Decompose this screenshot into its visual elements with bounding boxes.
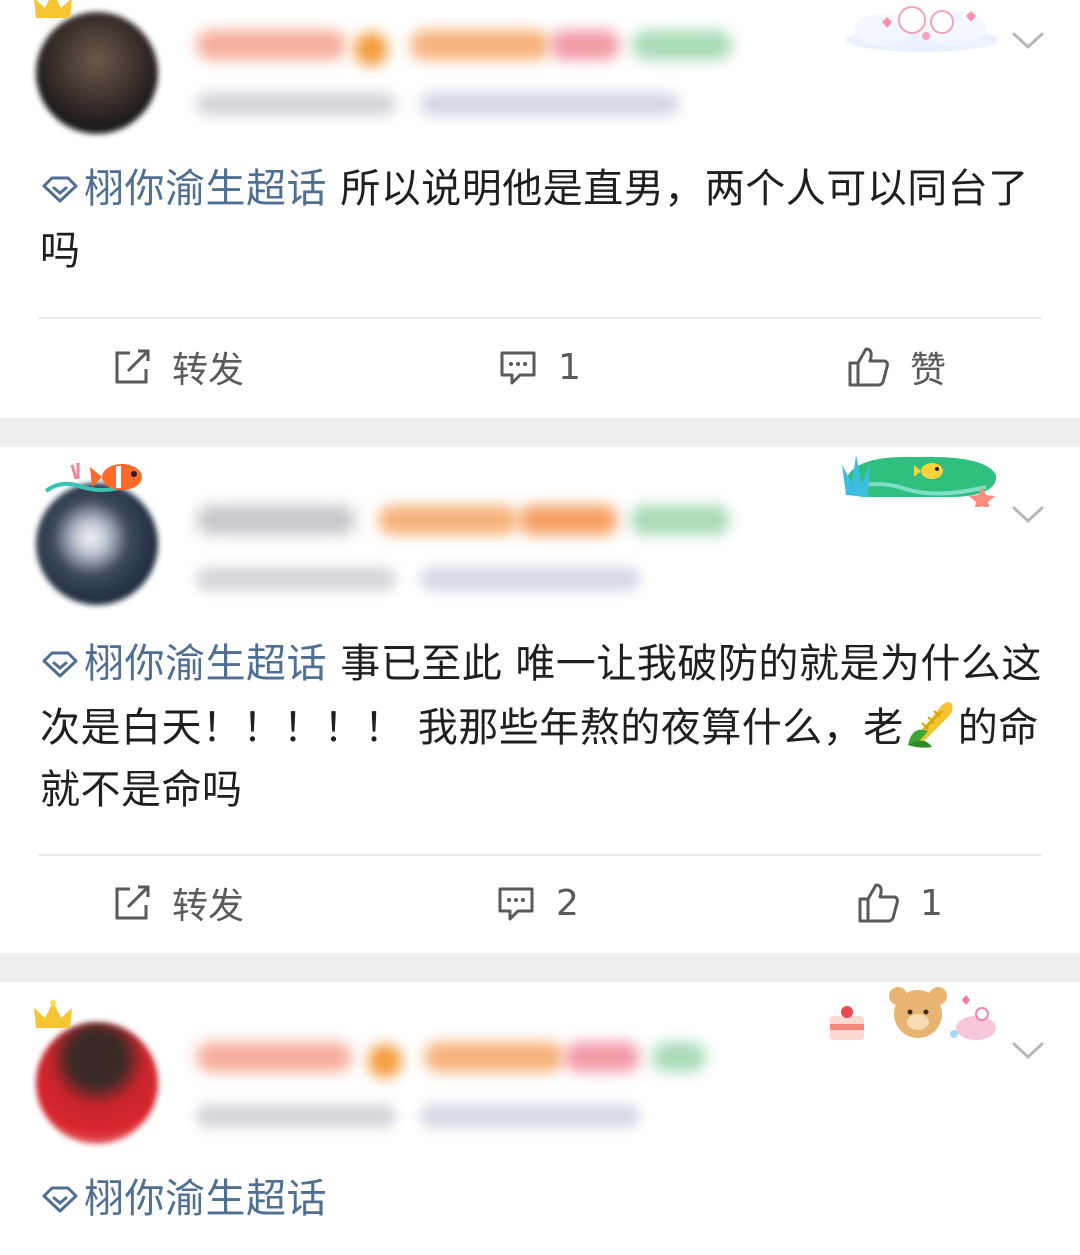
badge-blurred — [652, 1042, 706, 1072]
repost-button[interactable]: 转发 — [112, 878, 244, 928]
like-count: 1 — [920, 882, 943, 924]
fan-badge-blurred — [550, 30, 620, 60]
fan-badge-blurred — [424, 1042, 564, 1072]
crown-icon — [34, 0, 72, 18]
repost-icon — [115, 885, 150, 920]
divider — [38, 854, 1042, 856]
repost-label: 转发 — [172, 350, 245, 391]
comment-text: 栩你渝生超话 事已至此 唯一让我破防的就是为什么这次是白天！！！！！ 我那些年熬… — [40, 633, 1050, 821]
username-blurred[interactable] — [196, 505, 356, 535]
super-topic-diamond-icon — [42, 651, 78, 678]
like-button[interactable]: 1 — [856, 878, 943, 928]
chevron-down-icon[interactable] — [1010, 1038, 1046, 1062]
avatar[interactable] — [36, 463, 158, 605]
comment-count: 2 — [556, 882, 579, 924]
super-topic-diamond-icon — [42, 176, 78, 203]
card-decoration — [846, 6, 998, 52]
crown-icon — [34, 1000, 72, 1028]
fan-badge-blurred — [410, 30, 550, 60]
corn-emoji — [907, 702, 953, 748]
time-blurred — [196, 567, 396, 591]
super-topic-link[interactable]: 栩你渝生超话 — [40, 166, 327, 212]
avatar[interactable] — [34, 0, 158, 134]
fan-badge-blurred — [378, 505, 518, 535]
comment-text: 栩你渝生超话 — [40, 1168, 1050, 1230]
source-blurred — [420, 567, 640, 591]
comment-card: 栩你渝生超话 — [0, 982, 1080, 1255]
super-topic-label: 栩你渝生超话 — [84, 166, 327, 212]
source-blurred — [420, 1104, 640, 1128]
repost-label: 转发 — [172, 886, 245, 927]
badge-blurred — [630, 505, 730, 535]
repost-icon — [115, 349, 150, 384]
chevron-down-icon[interactable] — [1010, 502, 1046, 526]
comment-icon — [498, 887, 534, 921]
source-blurred — [420, 92, 680, 116]
avatar[interactable] — [34, 1000, 158, 1144]
comment-button[interactable]: 2 — [496, 878, 579, 928]
super-topic-label: 栩你渝生超话 — [84, 1176, 327, 1222]
super-topic-label: 栩你渝生超话 — [84, 641, 327, 687]
comment-button[interactable]: 1 — [498, 342, 581, 392]
username-blurred[interactable] — [196, 1042, 352, 1072]
thumbs-up-icon — [848, 347, 889, 387]
time-blurred — [196, 1104, 396, 1128]
thumbs-up-icon — [858, 883, 899, 923]
super-topic-link[interactable]: 栩你渝生超话 — [40, 641, 327, 687]
level-badge-blurred — [354, 32, 388, 66]
repost-button[interactable]: 转发 — [112, 342, 244, 392]
avatar-image — [36, 1022, 158, 1144]
badge-blurred — [632, 30, 732, 60]
comment-icon — [500, 351, 536, 385]
comment-count: 1 — [558, 346, 581, 388]
comment-card: 栩你渝生超话 所以说明他是直男，两个人可以同台了吗 转发 1 赞 — [0, 0, 1080, 418]
fish-decoration-icon — [44, 463, 142, 493]
super-topic-link[interactable]: 栩你渝生超话 — [40, 1176, 327, 1222]
like-count: 赞 — [910, 350, 947, 391]
like-button[interactable]: 赞 — [846, 342, 946, 392]
level-badge-blurred — [368, 1044, 402, 1078]
fan-badge-blurred — [518, 505, 618, 535]
comment-card: 栩你渝生超话 事已至此 唯一让我破防的就是为什么这次是白天！！！！！ 我那些年熬… — [0, 447, 1080, 953]
fan-badge-blurred — [564, 1042, 640, 1072]
chevron-down-icon[interactable] — [1010, 28, 1046, 52]
avatar-image — [36, 483, 158, 605]
card-decoration — [842, 455, 997, 507]
weibo-comment-feed: 栩你渝生超话 所以说明他是直男，两个人可以同台了吗 转发 1 赞 栩你渝生超话 … — [0, 0, 1080, 1255]
super-topic-diamond-icon — [42, 1186, 78, 1213]
avatar-image — [36, 12, 158, 134]
time-blurred — [196, 92, 396, 116]
card-decoration — [830, 987, 996, 1040]
username-blurred[interactable] — [196, 30, 346, 60]
divider — [38, 317, 1042, 319]
comment-text: 栩你渝生超话 所以说明他是直男，两个人可以同台了吗 — [40, 158, 1050, 282]
